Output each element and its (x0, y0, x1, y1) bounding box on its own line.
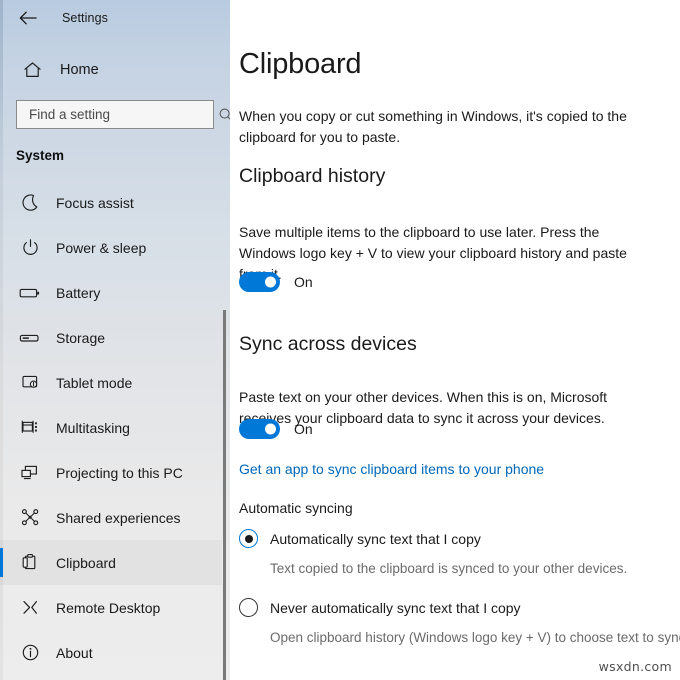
sync-across-devices-heading: Sync across devices (239, 333, 417, 355)
moon-icon (10, 193, 50, 212)
sidebar-item-shared-experiences[interactable]: Shared experiences (0, 495, 222, 540)
search-box[interactable] (16, 100, 230, 129)
selection-indicator (0, 323, 3, 352)
selection-indicator (0, 368, 3, 397)
project-screen-icon (10, 464, 50, 482)
radio-option-label: Automatically sync text that I copy (270, 530, 481, 547)
sidebar-item-clipboard[interactable]: Clipboard (0, 540, 222, 585)
selection-indicator (0, 233, 3, 262)
sidebar-item-tablet-mode[interactable]: Tablet mode (0, 360, 222, 405)
sync-across-devices-toggle[interactable] (239, 419, 280, 439)
page-intro-text: When you copy or cut something in Window… (239, 108, 627, 145)
radio-option-never-sync-help: Open clipboard history (Windows logo key… (270, 630, 680, 645)
sidebar-item-power-sleep[interactable]: Power & sleep (0, 225, 222, 270)
radio-button-unselected[interactable] (239, 598, 258, 617)
clipboard-history-heading: Clipboard history (239, 165, 386, 187)
power-icon (10, 238, 50, 257)
window-title: Settings (62, 11, 108, 25)
settings-window: Settings Home System (0, 0, 680, 680)
sidebar-item-home[interactable]: Home (0, 55, 214, 85)
radio-button-selected[interactable] (239, 529, 258, 548)
sidebar-item-about[interactable]: About (0, 630, 222, 675)
settings-content: Clipboard When you copy or cut something… (230, 0, 680, 680)
selection-indicator (0, 188, 3, 217)
back-arrow-icon (19, 11, 37, 25)
sidebar-item-projecting-to-this-pc[interactable]: Projecting to this PC (0, 450, 222, 495)
selection-indicator (0, 638, 3, 667)
radio-option-auto-sync-help: Text copied to the clipboard is synced t… (270, 561, 628, 576)
radio-option-label: Never automatically sync text that I cop… (270, 599, 521, 616)
selection-indicator (0, 503, 3, 532)
sidebar-item-focus-assist[interactable]: Focus assist (0, 180, 222, 225)
info-circle-icon (10, 643, 50, 662)
sidebar-item-label: Battery (56, 284, 101, 301)
sidebar-item-label: Storage (56, 329, 106, 346)
sync-across-devices-toggle-row[interactable]: On (239, 419, 313, 439)
sidebar-nav-list: Focus assist Power & sleep Battery Stora… (0, 180, 222, 675)
radio-option-auto-sync[interactable]: Automatically sync text that I copy (239, 529, 481, 548)
sidebar-group-header: System (16, 148, 65, 163)
selection-indicator (0, 413, 3, 442)
remote-desktop-icon (10, 598, 50, 617)
clipboard-history-toggle[interactable] (239, 272, 280, 292)
sidebar-item-label: Power & sleep (56, 239, 147, 256)
title-bar: Settings (0, 0, 230, 36)
toggle-knob (265, 423, 276, 435)
sidebar-item-label: Projecting to this PC (56, 464, 183, 481)
tablet-icon (10, 373, 50, 392)
sidebar-item-label: About (56, 644, 93, 661)
sidebar-item-storage[interactable]: Storage (0, 315, 222, 360)
back-button[interactable] (8, 2, 48, 34)
selection-indicator (0, 593, 3, 622)
sidebar-item-battery[interactable]: Battery (0, 270, 222, 315)
sidebar-item-label: Shared experiences (56, 509, 181, 526)
selection-indicator (0, 278, 3, 307)
sync-across-devices-toggle-state: On (294, 421, 313, 437)
settings-sidebar: Settings Home System (0, 0, 230, 680)
home-icon (12, 61, 52, 79)
selection-indicator (0, 548, 3, 577)
sidebar-item-label: Tablet mode (56, 374, 133, 391)
home-label: Home (60, 62, 99, 78)
clipboard-icon (10, 553, 50, 572)
watermark: wsxdn.com (598, 659, 672, 674)
radio-option-never-sync[interactable]: Never automatically sync text that I cop… (239, 598, 521, 617)
sidebar-item-multitasking[interactable]: Multitasking (0, 405, 222, 450)
search-input[interactable] (17, 101, 212, 128)
page-title: Clipboard (239, 48, 362, 80)
toggle-knob (265, 276, 276, 288)
sidebar-item-label: Focus assist (56, 194, 134, 211)
sidebar-item-label: Clipboard (56, 554, 116, 571)
sidebar-scrollbar[interactable] (223, 310, 226, 680)
clipboard-history-toggle-row[interactable]: On (239, 272, 313, 292)
share-nodes-icon (10, 508, 50, 527)
get-app-sync-link[interactable]: Get an app to sync clipboard items to yo… (239, 461, 544, 477)
sidebar-item-label: Remote Desktop (56, 599, 161, 616)
clipboard-history-toggle-state: On (294, 274, 313, 290)
selection-indicator (0, 458, 3, 487)
sidebar-item-label: Multitasking (56, 419, 130, 436)
automatic-syncing-label: Automatic syncing (239, 500, 353, 516)
search-icon[interactable] (212, 107, 230, 123)
multitasking-icon (10, 418, 50, 437)
battery-icon (10, 286, 50, 300)
sidebar-item-remote-desktop[interactable]: Remote Desktop (0, 585, 222, 630)
storage-drive-icon (10, 331, 50, 345)
